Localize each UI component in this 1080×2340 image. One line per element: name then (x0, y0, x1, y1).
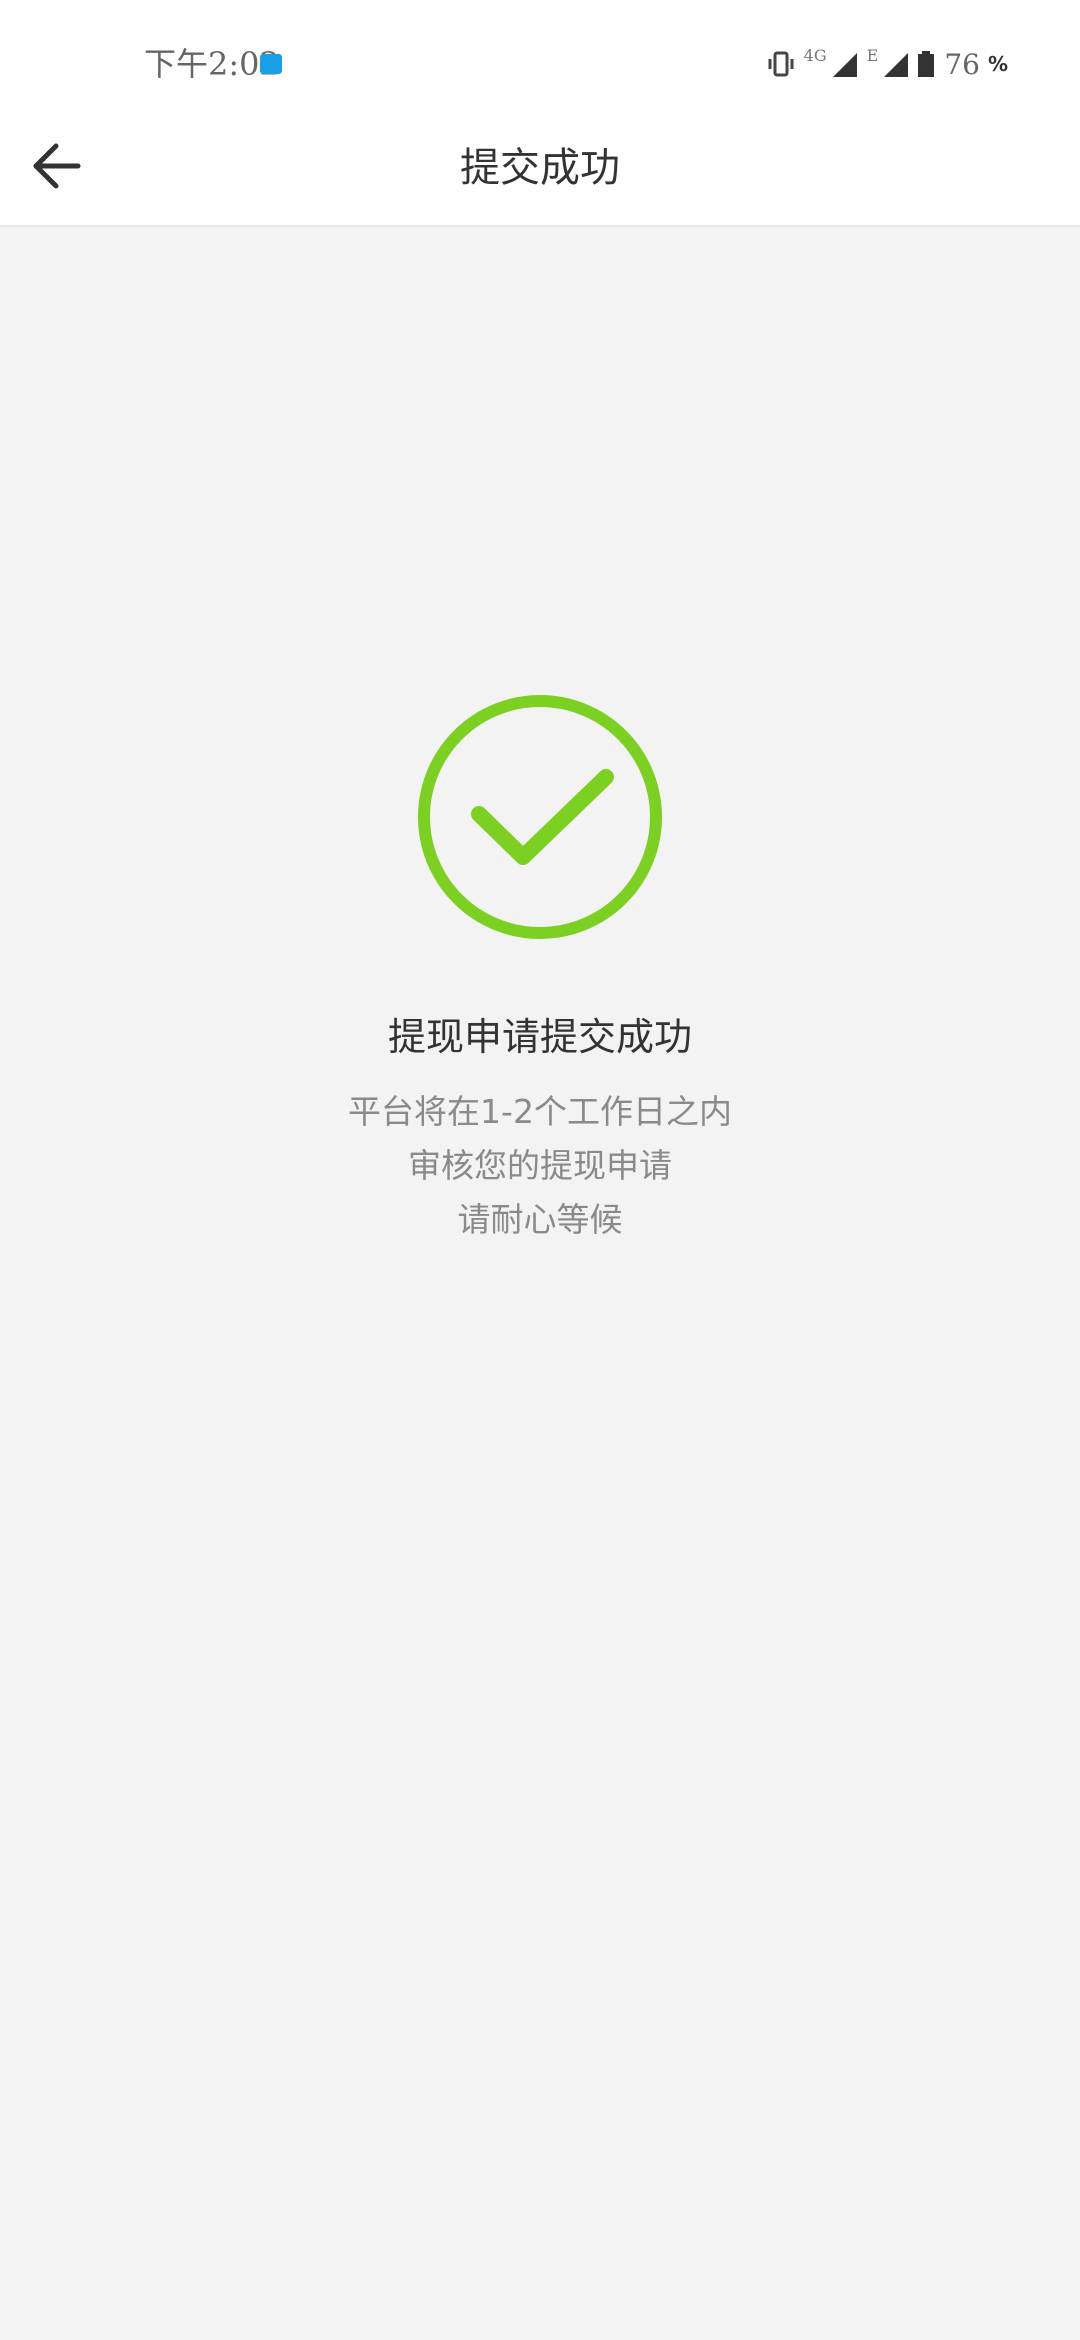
check-circle-icon (416, 693, 664, 941)
battery-unit: % (987, 52, 1008, 76)
page-title: 提交成功 (460, 145, 620, 191)
success-description: 平台将在1-2个工作日之内 审核您的提现申请 请耐心等候 (0, 1085, 1080, 1247)
header: 提交成功 (0, 112, 1080, 227)
signal-icon-2 (882, 51, 909, 77)
app-notification-icon (260, 54, 282, 74)
battery-icon (918, 51, 935, 77)
status-icons: 4G E 76 % (768, 44, 1008, 84)
battery-level: 76 (944, 47, 980, 81)
network-type-4g: 4G (803, 45, 827, 65)
status-bar: 下午2:02 4G E 76 % (0, 0, 1080, 112)
network-type-e: E (866, 45, 879, 65)
main-content: 提现申请提交成功 平台将在1-2个工作日之内 审核您的提现申请 请耐心等候 (0, 227, 1080, 2340)
success-title: 提现申请提交成功 (387, 1015, 692, 1059)
vibrate-icon (768, 50, 794, 78)
description-line: 请耐心等候 (457, 1200, 623, 1239)
description-line: 平台将在1-2个工作日之内 (348, 1092, 732, 1131)
signal-icon (831, 51, 857, 77)
description-line: 审核您的提现申请 (408, 1146, 672, 1185)
